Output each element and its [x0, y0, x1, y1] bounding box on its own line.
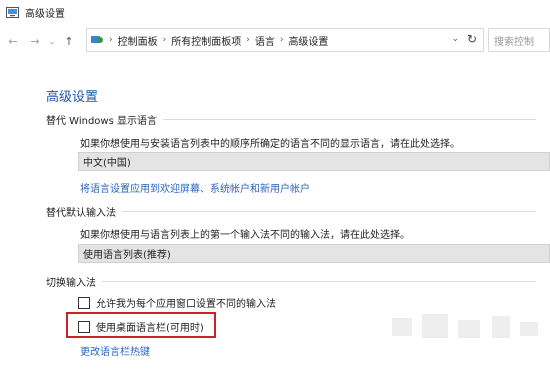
switch-input-section-heading: 切换输入法: [46, 274, 536, 289]
forward-arrow-icon[interactable]: →: [28, 31, 42, 51]
breadcrumb-separator: ›: [162, 35, 167, 45]
section-label: 替代默认输入法: [46, 207, 116, 219]
section-label: 切换输入法: [46, 277, 96, 289]
address-dropdown-button[interactable]: ⌄: [451, 34, 459, 44]
display-language-select[interactable]: 中文(中国): [78, 152, 550, 171]
search-input[interactable]: 搜索控制: [488, 28, 550, 52]
checkbox-label[interactable]: 允许我为每个应用窗口设置不同的输入法: [96, 295, 276, 310]
change-language-bar-hotkeys-link[interactable]: 更改语言栏热键: [80, 343, 150, 358]
refresh-icon[interactable]: ↻: [467, 32, 477, 46]
divider: [122, 210, 536, 212]
navigation-bar: ← → ⌄ ↑ › 控制面板 › 所有控制面板项 › 语言 › 高级设置 ⌄ ↻…: [0, 28, 550, 54]
back-arrow-icon[interactable]: ←: [6, 31, 20, 51]
breadcrumb-separator: ›: [246, 35, 250, 45]
red-highlight-box: [66, 312, 216, 338]
breadcrumb-separator: ›: [109, 35, 113, 45]
address-bar[interactable]: › 控制面板 › 所有控制面板项 › 语言 › 高级设置 ⌄ ↻: [86, 28, 484, 52]
recent-locations-button[interactable]: ⌄: [45, 31, 59, 51]
display-language-description: 如果你想使用与安装语言列表中的顺序所确定的语言不同的显示语言，请在此处选择。: [80, 139, 460, 150]
input-method-description: 如果你想使用与语言列表上的第一个输入法不同的输入法，请在此处选择。: [80, 230, 410, 241]
title-bar: 高级设置: [0, 0, 550, 24]
window-title: 高级设置: [25, 8, 65, 20]
page-title: 高级设置: [46, 90, 99, 105]
display-language-section-heading: 替代 Windows 显示语言: [46, 112, 536, 127]
breadcrumb-control-panel[interactable]: 控制面板: [118, 33, 158, 48]
watermark: [392, 310, 542, 342]
breadcrumb-separator: ›: [279, 35, 284, 45]
breadcrumb-language[interactable]: 语言: [255, 33, 275, 48]
input-method-section-heading: 替代默认输入法: [46, 204, 536, 219]
apply-to-welcome-screen-link[interactable]: 将语言设置应用到欢迎屏幕、系统帐户和新用户帐户: [80, 180, 310, 195]
per-app-input-checkbox[interactable]: 允许我为每个应用窗口设置不同的输入法: [78, 295, 276, 310]
section-label: 替代 Windows 显示语言: [46, 115, 157, 127]
divider: [163, 118, 536, 120]
breadcrumb-advanced-settings[interactable]: 高级设置: [288, 33, 328, 48]
up-arrow-icon[interactable]: ↑: [62, 31, 76, 51]
divider: [102, 280, 536, 282]
input-method-select[interactable]: 使用语言列表(推荐): [78, 244, 550, 263]
control-panel-icon: [6, 6, 19, 18]
location-icon: [90, 34, 104, 46]
checkbox-box[interactable]: [78, 296, 90, 309]
breadcrumb-all-items[interactable]: 所有控制面板项: [171, 33, 241, 48]
